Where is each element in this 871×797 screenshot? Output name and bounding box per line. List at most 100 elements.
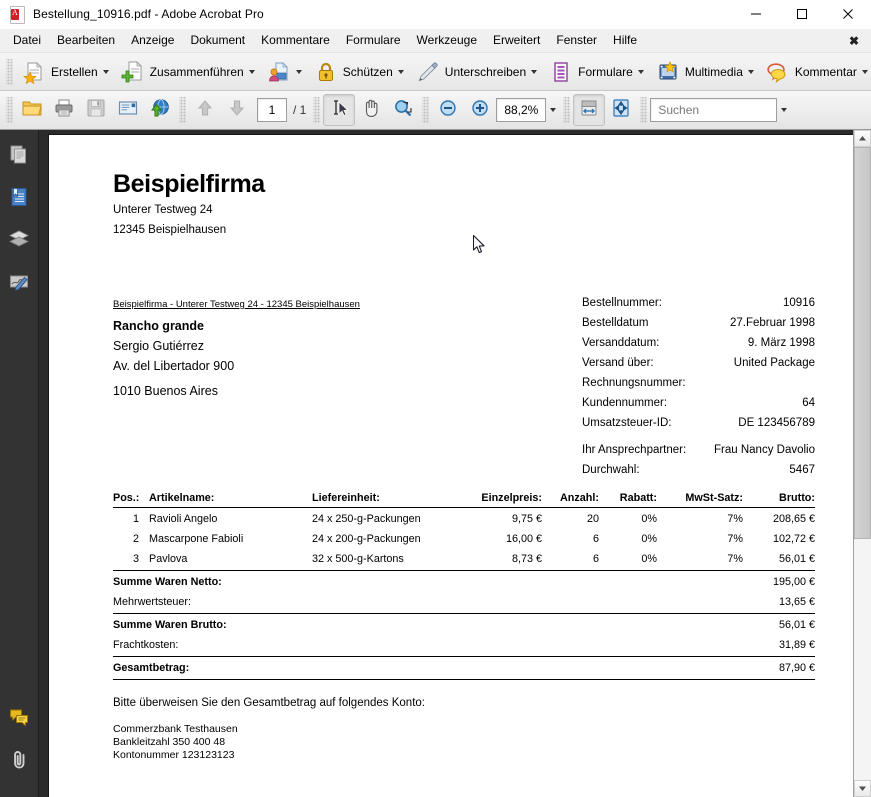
create-pdf-button[interactable]: Erstellen [16,56,115,87]
next-page-button[interactable] [221,94,253,126]
chevron-down-icon[interactable] [102,69,109,74]
chevron-down-icon[interactable] [295,69,302,74]
merge-files-icon [121,60,145,84]
document-viewport[interactable]: Beispielfirma Unterer Testweg 24 12345 B… [39,130,853,797]
email-button[interactable] [112,94,144,126]
info-value: 27.Februar 1998 [729,317,815,329]
save-button[interactable] [80,94,112,126]
attachments-paperclip-icon[interactable] [6,747,32,773]
marquee-zoom-button[interactable] [387,94,419,126]
total-label: Summe Waren Brutto: [113,619,227,631]
td-pos: 2 [132,533,139,545]
contact-label: Ihr Ansprechpartner: [582,444,687,456]
upload-button[interactable] [144,94,176,126]
toolbar-grip[interactable] [640,97,648,123]
toolbar-grip[interactable] [563,97,571,123]
merge-files-label: Zusammenführen [149,64,244,79]
chevron-down-icon[interactable] [248,69,255,74]
toolbar-grip[interactable] [6,97,13,123]
td-discount: 0% [641,513,657,525]
scrollbar-track[interactable] [854,147,871,780]
zoom-out-button[interactable] [432,94,464,126]
company-name: Beispielfirma [113,170,265,198]
menu-hilfe[interactable]: Hilfe [605,30,645,51]
menu-erweitert[interactable]: Erweitert [485,30,548,51]
chevron-down-icon[interactable] [397,69,404,74]
open-folder-icon [21,97,43,124]
fit-width-button[interactable] [573,94,606,126]
recipient-city: 1010 Buenos Aires [113,384,218,398]
print-button[interactable] [48,94,80,126]
td-unit: 24 x 200-g-Packungen [312,533,421,545]
multimedia-button[interactable]: Multimedia [650,56,760,87]
maximize-button[interactable] [779,0,825,28]
minimize-button[interactable] [733,0,779,28]
search-input[interactable]: Suchen [650,98,778,122]
layers-icon[interactable] [6,226,32,252]
chevron-down-icon[interactable] [861,69,868,74]
comments-icon[interactable] [6,705,32,731]
recipient-company: Rancho grande [113,319,204,333]
th-qty: Anzahl: [560,492,599,504]
info-value: 64 [802,397,815,409]
info-value: DE 123456789 [738,417,815,429]
chevron-down-icon[interactable] [637,69,644,74]
fit-page-button[interactable] [605,94,637,126]
arrow-up-icon [195,98,215,123]
page-thumbnails-icon[interactable] [6,142,32,168]
menu-werkzeuge[interactable]: Werkzeuge [409,30,485,51]
chevron-down-icon[interactable] [747,69,754,74]
forms-button[interactable]: Formulare [543,56,650,87]
chevron-down-icon[interactable] [531,69,538,74]
th-unit: Liefereinheit: [312,492,380,504]
collaborate-button[interactable] [261,56,308,87]
close-document-icon[interactable]: ✖ [846,34,862,48]
protect-button[interactable]: Schützen [308,56,410,87]
forms-label: Formulare [578,64,633,79]
previous-page-button[interactable] [189,94,221,126]
bank-name: Commerzbank Testhausen [113,723,238,735]
hand-tool-button[interactable] [355,94,387,126]
signatures-icon[interactable] [6,268,32,294]
scroll-up-button[interactable] [854,130,871,147]
menu-dokument[interactable]: Dokument [182,30,253,51]
menu-kommentare[interactable]: Kommentare [253,30,338,51]
sign-button[interactable]: Unterschreiben [410,56,543,87]
toolbar-grip[interactable] [313,97,321,123]
select-tool-button[interactable] [323,94,356,126]
vertical-scrollbar[interactable] [853,130,871,797]
toolbar-grip[interactable] [422,97,430,123]
menu-datei[interactable]: Datei [5,30,49,51]
zoom-level-input[interactable]: 88,2% [496,98,547,122]
info-value: United Package [733,357,815,369]
work-area: Beispielfirma Unterer Testweg 24 12345 B… [0,130,871,797]
page-number-input[interactable]: 1 [257,98,287,122]
close-button[interactable] [825,0,871,28]
scroll-down-button[interactable] [854,780,871,797]
protect-label: Schützen [342,64,393,79]
menu-bearbeiten[interactable]: Bearbeiten [49,30,123,51]
td-gross: 208,65 € [772,513,815,525]
contact-value: Frau Nancy Davolio [714,444,815,456]
total-label: Gesamtbetrag: [113,662,190,674]
merge-files-button[interactable]: Zusammenführen [115,56,261,87]
th-vat: MwSt-Satz: [685,492,743,504]
td-unit: 32 x 500-g-Kartons [312,553,404,565]
lock-icon [314,60,338,84]
navigation-panel [0,130,39,797]
arrow-down-icon [227,98,247,123]
zoom-dropdown-button[interactable] [546,99,560,121]
td-name: Pavlova [149,553,188,565]
search-dropdown-button[interactable] [777,99,791,121]
menu-formulare[interactable]: Formulare [338,30,409,51]
menu-fenster[interactable]: Fenster [548,30,605,51]
scrollbar-thumb[interactable] [854,147,871,540]
menu-bar: Datei Bearbeiten Anzeige Dokument Kommen… [0,29,871,53]
toolbar-grip[interactable] [179,97,186,123]
zoom-in-button[interactable] [464,94,496,126]
bookmarks-icon[interactable] [6,184,32,210]
menu-anzeige[interactable]: Anzeige [123,30,182,51]
toolbar-grip[interactable] [6,58,13,85]
comment-button[interactable]: Kommentar [760,56,871,87]
open-file-button[interactable] [16,94,48,126]
